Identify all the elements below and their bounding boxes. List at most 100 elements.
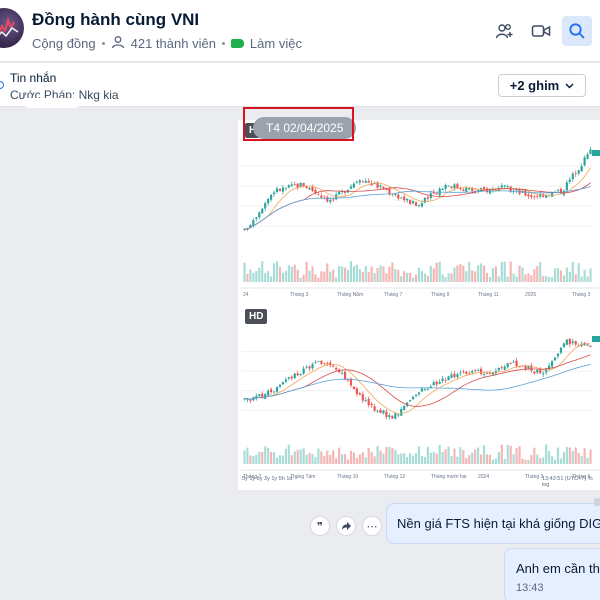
- candle-body: [326, 362, 329, 364]
- image-message[interactable]: 24 Tháng 3 Tháng Năm Tháng 7 Tháng 9 Tháng 11…: [238, 120, 600, 490]
- candle-body: [388, 415, 391, 418]
- volume-bar: [542, 457, 545, 464]
- members-icon[interactable]: [111, 35, 125, 52]
- volume-bar: [432, 268, 435, 282]
- candle-body: [296, 183, 299, 188]
- candle-body: [400, 409, 403, 416]
- candle-body: [426, 197, 429, 199]
- candle-body: [586, 154, 589, 159]
- candle-body: [352, 386, 355, 390]
- volume-bar: [349, 450, 353, 464]
- quote-button[interactable]: ❞: [310, 516, 330, 536]
- candle-body: [361, 181, 364, 183]
- candle-body: [474, 370, 477, 372]
- video-call-button[interactable]: [526, 16, 556, 46]
- volume-bar: [249, 455, 252, 464]
- volume-bar: [559, 270, 563, 282]
- volume-bar: [441, 274, 444, 282]
- candle-body: [329, 362, 332, 366]
- work-label[interactable]: Làm việc: [250, 36, 302, 51]
- candle-body: [385, 411, 388, 418]
- volume-bar: [462, 265, 465, 282]
- volume-bar: [506, 276, 509, 282]
- more-pins-label: +2 ghim: [509, 78, 560, 93]
- volume-bar: [355, 264, 358, 282]
- volume-bar: [332, 450, 335, 464]
- candle-body: [284, 379, 287, 382]
- volume-bar: [323, 456, 326, 464]
- volume-bar: [500, 444, 503, 464]
- volume-bar: [530, 275, 533, 282]
- candle-body: [411, 396, 415, 400]
- chevron-down-icon: [565, 82, 574, 89]
- volume-bar: [568, 272, 571, 282]
- volume-bar: [548, 450, 551, 464]
- forward-button[interactable]: [336, 516, 356, 536]
- candle-body: [278, 384, 282, 387]
- volume-bar: [243, 262, 246, 282]
- volume-bar: [391, 262, 394, 282]
- candle-body: [515, 189, 518, 191]
- candle-body: [290, 184, 293, 187]
- volume-bar: [556, 447, 560, 464]
- volume-bar: [545, 276, 548, 282]
- more-button[interactable]: ⋯: [362, 516, 382, 536]
- volume-bar: [521, 458, 524, 464]
- candle-body: [477, 189, 480, 192]
- volume-bar: [586, 457, 589, 464]
- volume-bar: [485, 272, 489, 282]
- volume-bar: [267, 271, 270, 282]
- search-button[interactable]: [562, 16, 592, 46]
- candle-body: [349, 186, 353, 189]
- candle-body: [556, 353, 560, 357]
- candle-body: [562, 343, 565, 347]
- candle-body: [311, 186, 314, 191]
- candle-body: [435, 381, 438, 385]
- axis-tick-label: Tháng 9: [431, 292, 450, 298]
- volume-bar: [329, 271, 332, 282]
- chart-image-bottom[interactable]: Tháng 7 Tháng Tám Tháng 10 Tháng 12 Tháng mư…: [241, 306, 600, 484]
- volume-bar: [444, 277, 447, 282]
- volume-bar: [409, 272, 412, 282]
- candle-body: [397, 194, 400, 199]
- volume-bar: [417, 267, 421, 282]
- moving-average-line: [244, 343, 591, 415]
- volume-bar: [314, 274, 317, 282]
- axis-tick-label: 24: [243, 292, 249, 298]
- volume-bar: [332, 269, 335, 282]
- volume-bar: [565, 446, 568, 464]
- volume-bar: [267, 447, 270, 464]
- volume-bar: [423, 457, 426, 464]
- candle-body: [382, 410, 385, 414]
- candle-body: [290, 376, 293, 379]
- more-pins-button[interactable]: +2 ghim: [498, 74, 586, 97]
- volume-bar: [568, 447, 571, 464]
- volume-bar: [379, 265, 382, 282]
- candle-body: [258, 394, 261, 397]
- community-label: Cộng đồng: [32, 36, 96, 51]
- message-bubble[interactable]: Anh em cần th 13:43: [504, 548, 600, 600]
- volume-bar: [255, 454, 258, 464]
- volume-bar: [278, 455, 282, 464]
- quote-icon: ❞: [317, 520, 323, 533]
- candle-body: [565, 339, 568, 345]
- pinned-message-bar[interactable]: Tin nhắn Cước Pháp: Nkg kia +2 ghim: [0, 63, 600, 107]
- candle-body: [426, 388, 429, 390]
- message-bubble[interactable]: Nền giá FTS hiện tại khá giống DIG 2: [386, 503, 600, 544]
- candle-body: [332, 365, 335, 367]
- volume-bar: [270, 452, 273, 464]
- group-avatar[interactable]: [0, 8, 24, 48]
- volume-bar: [370, 266, 373, 282]
- price-marker: [592, 150, 600, 156]
- candle-body: [482, 374, 486, 375]
- volume-bar: [317, 277, 320, 282]
- volume-bar: [308, 270, 311, 282]
- candle-body: [332, 199, 335, 201]
- chart-image-top[interactable]: 24 Tháng 3 Tháng Năm Tháng 7 Tháng 9 Tháng 11…: [241, 120, 600, 302]
- candle-body: [270, 389, 273, 392]
- volume-bar: [577, 452, 580, 464]
- volume-bar: [314, 457, 317, 464]
- add-member-button[interactable]: [490, 16, 520, 46]
- candle-body: [311, 364, 314, 369]
- members-count[interactable]: 421 thành viên: [131, 36, 216, 51]
